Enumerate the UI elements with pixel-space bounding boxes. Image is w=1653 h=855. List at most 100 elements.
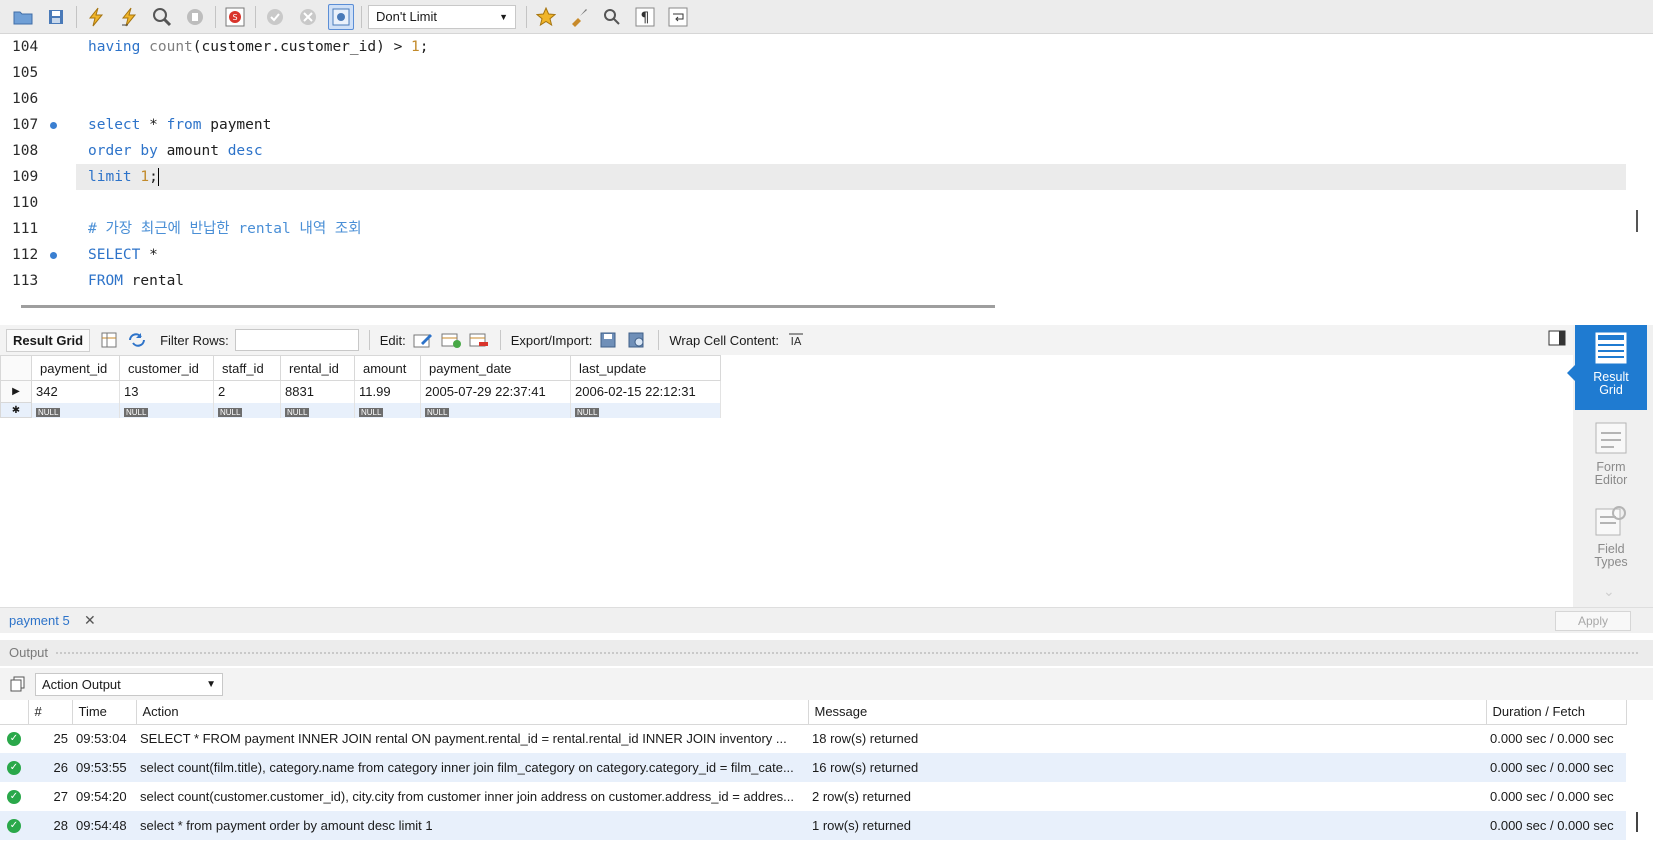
line-number: 111: [12, 221, 39, 237]
table-cell[interactable]: 13: [119, 380, 214, 403]
table-cell[interactable]: 8831: [280, 380, 355, 403]
table-row[interactable]: ✓ 26 09:53:55 select count(film.title), …: [0, 753, 1626, 782]
table-cell[interactable]: 2006-02-15 22:12:31: [570, 380, 721, 403]
column-header[interactable]: amount: [354, 355, 421, 381]
table-cell[interactable]: 342: [31, 380, 120, 403]
edit-row-icon[interactable]: [412, 329, 434, 351]
null-cell[interactable]: NULL: [119, 402, 214, 418]
table-row[interactable]: ▶ 342 13 2 8831 11.99 2005-07-29 22:37:4…: [0, 380, 721, 403]
result-side-panel: Result Grid Form Editor Field Types ⌄: [1567, 325, 1653, 607]
table-cell: 0.000 sec / 0.000 sec: [1486, 753, 1626, 782]
success-check-icon: ✓: [7, 760, 21, 775]
beautify-brush-icon[interactable]: [566, 4, 592, 30]
open-folder-icon[interactable]: [10, 4, 36, 30]
find-icon[interactable]: [599, 4, 625, 30]
toolbar-separator: [526, 5, 527, 28]
table-cell: 09:53:04: [76, 731, 127, 747]
success-check-icon: ✓: [7, 731, 21, 746]
keyword: desc: [227, 143, 263, 159]
code-line: 105: [0, 60, 1627, 86]
output-panel-header: Output: [0, 640, 1653, 666]
rollback-icon[interactable]: [295, 4, 321, 30]
table-cell: 1 row(s) returned: [808, 811, 1486, 840]
toolbar-separator: [76, 5, 77, 28]
commit-icon[interactable]: [262, 4, 288, 30]
null-cell[interactable]: NULL: [420, 402, 571, 418]
table-row[interactable]: ✓ 27 09:54:20 select count(customer.cust…: [0, 782, 1626, 811]
result-grid-tab[interactable]: Result Grid: [6, 328, 91, 352]
apply-button[interactable]: Apply: [1555, 611, 1631, 631]
delete-row-icon[interactable]: [468, 329, 490, 351]
add-snippet-star-icon[interactable]: [533, 4, 559, 30]
field-types-view-button[interactable]: Field Types: [1575, 499, 1647, 579]
new-row-placeholder[interactable]: ✱ NULL NULL NULL NULL NULL NULL NULL: [0, 402, 721, 418]
code-line: 110: [0, 190, 1627, 216]
result-grid-view-button[interactable]: Result Grid: [1567, 325, 1647, 410]
column-header[interactable]: #: [28, 700, 73, 725]
panel-drag-handle[interactable]: [55, 651, 1640, 655]
toolbar-separator: [368, 330, 370, 350]
table-row[interactable]: ✓ 28 09:54:48 select * from payment orde…: [0, 811, 1626, 840]
column-header[interactable]: payment_date: [420, 355, 571, 381]
save-icon[interactable]: [43, 4, 69, 30]
table-cell: 28: [28, 811, 72, 840]
execute-statement-icon[interactable]: [116, 4, 142, 30]
autocommit-toggle-icon[interactable]: [328, 3, 354, 30]
column-header[interactable]: customer_id: [119, 355, 214, 381]
table-row[interactable]: ✓ 25 09:53:04 SELECT * FROM payment INNE…: [0, 724, 1626, 753]
limit-rows-select[interactable]: Don't Limit ▼: [368, 4, 516, 29]
column-header[interactable]: staff_id: [213, 355, 281, 381]
toggle-side-panel-icon[interactable]: [1548, 330, 1566, 349]
scroll-down-chevron-icon[interactable]: ⌄: [1603, 583, 1615, 600]
form-editor-view-button[interactable]: Form Editor: [1575, 417, 1647, 497]
editor-vertical-scrollbar[interactable]: [1636, 210, 1638, 232]
text-caret: [157, 168, 159, 186]
line-number: 104: [12, 39, 39, 55]
null-cell[interactable]: NULL: [280, 402, 355, 418]
toolbar-separator: [499, 330, 501, 350]
execute-lightning-icon[interactable]: [83, 4, 109, 30]
output-type-select[interactable]: Action Output ▼: [35, 673, 223, 696]
explain-magnifier-icon[interactable]: [149, 4, 175, 30]
column-header[interactable]: Message: [808, 700, 1487, 725]
column-header[interactable]: rental_id: [280, 355, 355, 381]
result-tab-payment[interactable]: payment 5: [9, 613, 70, 628]
refresh-icon[interactable]: [126, 329, 148, 351]
row-pointer-icon[interactable]: ▶: [0, 380, 32, 403]
wrap-cell-icon[interactable]: IA: [785, 329, 807, 351]
null-cell[interactable]: NULL: [354, 402, 421, 418]
column-header[interactable]: Time: [72, 700, 137, 725]
export-icon[interactable]: [598, 329, 620, 351]
code-line: 112 SELECT *: [0, 242, 1627, 268]
column-header[interactable]: payment_id: [31, 355, 120, 381]
word-wrap-icon[interactable]: [665, 4, 691, 30]
null-cell[interactable]: NULL: [31, 402, 120, 418]
insert-row-icon[interactable]: [440, 329, 462, 351]
toggle-error-icon[interactable]: S: [222, 4, 248, 30]
copy-icon[interactable]: [10, 676, 26, 695]
grid-layout-icon[interactable]: [98, 329, 120, 351]
close-icon[interactable]: ✕: [84, 612, 96, 629]
null-cell[interactable]: NULL: [570, 402, 721, 418]
code-line: 109 limit 1;: [0, 164, 1627, 190]
import-icon[interactable]: [626, 329, 648, 351]
null-cell[interactable]: NULL: [213, 402, 281, 418]
table-cell[interactable]: 2005-07-29 22:37:41: [420, 380, 571, 403]
table-cell[interactable]: 2: [213, 380, 281, 403]
invisible-chars-pilcrow-icon[interactable]: ¶: [632, 4, 658, 30]
filter-rows-input[interactable]: [234, 329, 359, 351]
table-cell: 09:54:20: [76, 789, 127, 804]
sql-editor[interactable]: 104 having count(customer.customer_id) >…: [0, 34, 1627, 298]
column-header[interactable]: Action: [136, 700, 809, 725]
status-cell: ✓: [0, 782, 28, 811]
column-header[interactable]: last_update: [570, 355, 721, 381]
null-badge: NULL: [575, 407, 600, 417]
column-header[interactable]: Duration / Fetch: [1486, 700, 1627, 725]
editor-horizontal-scrollbar[interactable]: [21, 305, 995, 308]
keyword: select: [88, 117, 141, 133]
keyword: from: [166, 117, 202, 133]
table-cell: 2 row(s) returned: [812, 789, 911, 804]
table-cell[interactable]: 11.99: [354, 380, 421, 403]
output-vertical-scrollbar[interactable]: [1636, 812, 1638, 832]
stop-icon[interactable]: [182, 4, 208, 30]
